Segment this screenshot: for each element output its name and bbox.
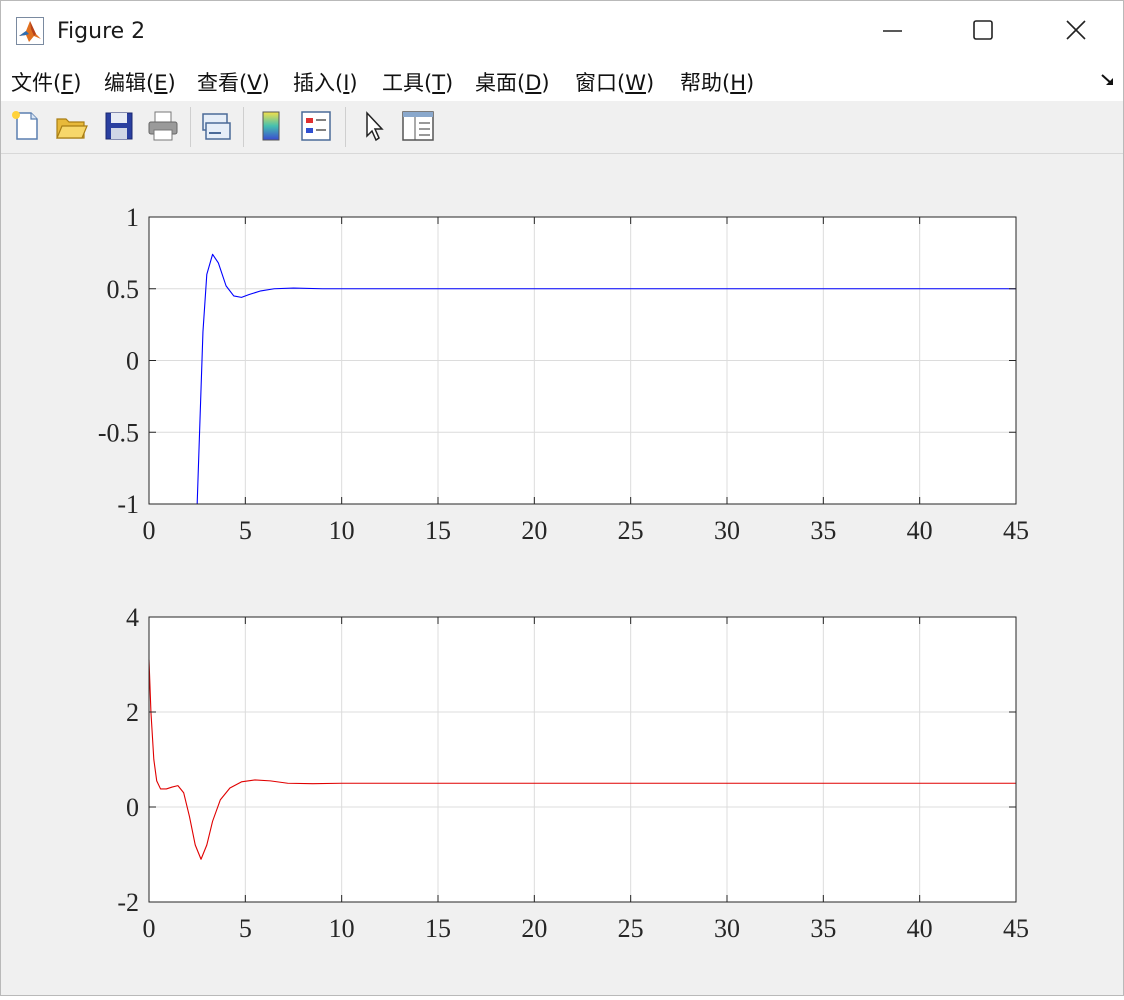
menu-desktop[interactable]: 桌面(D) (475, 67, 550, 97)
menu-view[interactable]: 查看(V) (197, 67, 270, 97)
menu-help[interactable]: 帮助(H) (680, 67, 754, 97)
x-tick-label: 20 (521, 516, 547, 545)
pointer-icon (366, 111, 384, 142)
x-tick-label: 15 (425, 914, 451, 943)
x-tick-label: 45 (1003, 516, 1029, 545)
y-tick-label: 1 (126, 203, 139, 232)
y-tick-label: 2 (126, 698, 139, 727)
figure-window: Figure 2 文件(F) 编辑(E) 查看(V) 插入(I) 工具(T) 桌… (0, 0, 1124, 996)
figure-canvas: 0 5 10 15 20 25 30 35 40 45 -1 -0.5 0 0.5 1 0 5 10 15 20 25 3… (1, 154, 1123, 995)
insert-legend-button[interactable] (299, 109, 333, 143)
menu-insert[interactable]: 插入(I) (293, 67, 358, 97)
dock-arrow-icon[interactable] (1099, 71, 1117, 89)
menu-tools[interactable]: 工具(T) (382, 67, 453, 97)
plot-area-background (149, 617, 1016, 902)
y-tick-label: 4 (126, 603, 139, 632)
maximize-icon (973, 20, 993, 40)
x-tick-label: 10 (329, 516, 355, 545)
x-tick-label: 5 (239, 914, 252, 943)
matlab-logo-icon (16, 17, 44, 45)
y-tick-label: 0 (126, 347, 139, 376)
edit-plot-button[interactable] (358, 109, 392, 143)
insert-colorbar-button[interactable] (254, 109, 288, 143)
x-tick-label: 40 (907, 914, 933, 943)
window-title: Figure 2 (57, 19, 146, 44)
x-tick-label: 30 (714, 516, 740, 545)
x-tick-label: 10 (329, 914, 355, 943)
y-tick-label: 0 (126, 793, 139, 822)
toolbar-separator (243, 107, 244, 147)
link-plot-icon (202, 113, 231, 140)
legend-icon (301, 111, 331, 141)
axes-1[interactable]: 0 5 10 15 20 25 30 35 40 45 -1 -0.5 0 0.5 1 (98, 203, 1029, 545)
save-button[interactable] (102, 109, 136, 143)
x-tick-label: 5 (239, 516, 252, 545)
colorbar-icon (262, 111, 280, 141)
property-inspector-button[interactable] (401, 109, 435, 143)
x-tick-label: 0 (143, 914, 156, 943)
x-tick-label: 40 (907, 516, 933, 545)
toolbar-separator (345, 107, 346, 147)
figure-toolbar (1, 101, 1123, 154)
close-icon (1066, 20, 1086, 40)
y-tick-label: -2 (117, 888, 139, 917)
x-tick-label: 35 (810, 914, 836, 943)
property-inspector-icon (402, 111, 434, 141)
close-button[interactable] (1030, 1, 1122, 59)
x-tick-label: 45 (1003, 914, 1029, 943)
open-file-button[interactable] (54, 109, 88, 143)
menu-file[interactable]: 文件(F) (11, 67, 82, 97)
x-tick-label: 0 (143, 516, 156, 545)
menu-bar: 文件(F) 编辑(E) 查看(V) 插入(I) 工具(T) 桌面(D) 窗口(W… (1, 59, 1123, 101)
y-tick-label: -0.5 (98, 418, 139, 447)
open-file-icon (56, 118, 88, 139)
y-tick-label: 0.5 (107, 275, 140, 304)
menu-edit[interactable]: 编辑(E) (104, 67, 176, 97)
maximize-button[interactable] (938, 1, 1030, 59)
toolbar-separator (190, 107, 191, 147)
title-bar[interactable]: Figure 2 (1, 1, 1123, 59)
axes-2[interactable]: 0 5 10 15 20 25 30 35 40 45-2024 (117, 603, 1029, 943)
minimize-icon (883, 30, 902, 32)
minimize-button[interactable] (846, 1, 938, 59)
menu-window[interactable]: 窗口(W) (575, 67, 654, 97)
y-tick-label: -1 (117, 490, 139, 519)
figure-plots: 0 5 10 15 20 25 30 35 40 45-1-0.500.510 5 10 15 20 25 3… (98, 203, 1029, 943)
x-tick-label: 15 (425, 516, 451, 545)
new-figure-icon (12, 111, 38, 140)
new-figure-button[interactable] (9, 109, 43, 143)
x-tick-label: 20 (521, 914, 547, 943)
x-tick-label: 30 (714, 914, 740, 943)
print-icon (148, 111, 178, 141)
x-tick-label: 25 (618, 914, 644, 943)
x-tick-label: 25 (618, 516, 644, 545)
x-tick-label: 35 (810, 516, 836, 545)
link-plot-button[interactable] (199, 109, 233, 143)
print-button[interactable] (146, 109, 180, 143)
save-icon (105, 112, 133, 140)
